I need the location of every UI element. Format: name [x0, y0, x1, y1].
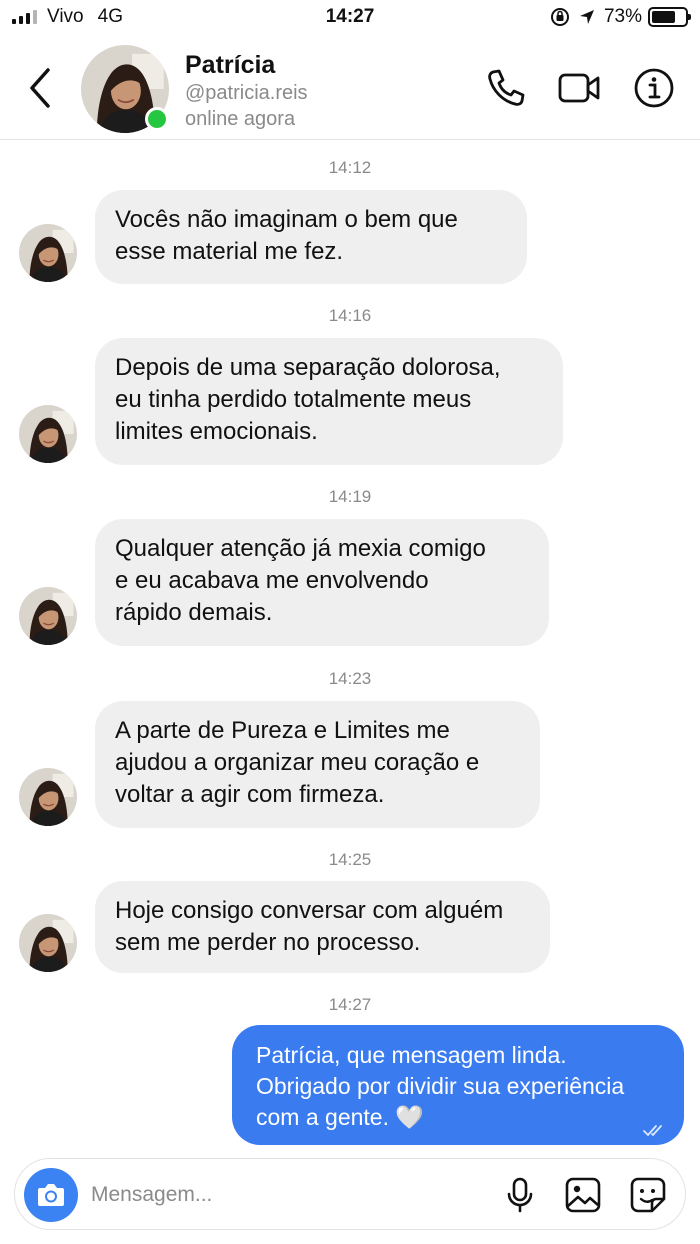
back-button[interactable]	[22, 64, 62, 112]
voice-message-button[interactable]	[500, 1175, 540, 1215]
incoming-message[interactable]: Hoje consigo conversar com alguém sem me…	[95, 881, 550, 973]
outgoing-message[interactable]: Patrícia, que mensagem linda. Obrigado p…	[232, 1025, 684, 1145]
status-right: 73%	[550, 6, 691, 28]
camera-icon	[38, 1184, 64, 1206]
call-button[interactable]	[484, 66, 528, 110]
message-text: Qualquer atenção já mexia comigo e eu ac…	[115, 535, 486, 626]
video-camera-icon	[558, 73, 600, 103]
message-avatar[interactable]	[19, 224, 77, 282]
incoming-message[interactable]: Vocês não imaginam o bem que esse materi…	[95, 190, 527, 284]
phone-icon	[488, 69, 525, 106]
back-arrow-icon	[30, 68, 50, 108]
microphone-icon	[507, 1177, 533, 1213]
orientation-lock-icon	[550, 7, 570, 27]
location-icon	[578, 8, 596, 26]
gallery-icon	[565, 1177, 601, 1213]
message-text: A parte de Pureza e Limites me ajudou a …	[115, 717, 480, 808]
incoming-message[interactable]: A parte de Pureza e Limites me ajudou a …	[95, 701, 540, 828]
incoming-message[interactable]: Depois de uma separação dolorosa, eu tin…	[95, 338, 563, 465]
camera-button[interactable]	[24, 1168, 78, 1222]
message-timestamp: 14:19	[328, 487, 372, 506]
message-timestamp: 14:23	[328, 669, 372, 688]
message-avatar[interactable]	[19, 405, 77, 463]
info-icon	[634, 68, 674, 108]
chat-header: Patrícia @patricia.reis online agora	[0, 36, 700, 140]
online-indicator	[145, 107, 169, 131]
message-timestamp: 14:12	[328, 158, 372, 177]
message-avatar[interactable]	[19, 914, 77, 972]
message-timestamp: 14:27	[328, 995, 372, 1014]
message-timestamp: 14:25	[328, 850, 372, 869]
message-avatar[interactable]	[19, 587, 77, 645]
contact-status: online agora	[185, 108, 296, 130]
message-text: Patrícia, que mensagem linda. Obrigado p…	[256, 1042, 625, 1130]
battery-percent: 73%	[603, 6, 642, 27]
read-receipt-icon	[643, 1125, 662, 1136]
message-text: Depois de uma separação dolorosa, eu tin…	[115, 354, 501, 445]
contact-handle: @patricia.reis	[185, 82, 308, 104]
battery-icon	[648, 7, 691, 27]
message-text: Hoje consigo conversar com alguém sem me…	[115, 897, 504, 956]
sticker-icon	[630, 1177, 666, 1213]
message-avatar[interactable]	[19, 768, 77, 826]
incoming-message[interactable]: Qualquer atenção já mexia comigo e eu ac…	[95, 519, 549, 646]
message-timestamp: 14:16	[328, 306, 372, 325]
gallery-button[interactable]	[563, 1175, 603, 1215]
video-call-button[interactable]	[557, 66, 601, 110]
message-composer	[14, 1158, 686, 1230]
message-input[interactable]	[91, 1173, 471, 1217]
status-bar: Vivo 4G 14:27 73%	[0, 0, 700, 36]
info-button[interactable]	[632, 66, 676, 110]
contact-name[interactable]: Patrícia	[185, 51, 275, 80]
message-text: Vocês não imaginam o bem que esse materi…	[115, 206, 458, 265]
sticker-button[interactable]	[628, 1175, 668, 1215]
